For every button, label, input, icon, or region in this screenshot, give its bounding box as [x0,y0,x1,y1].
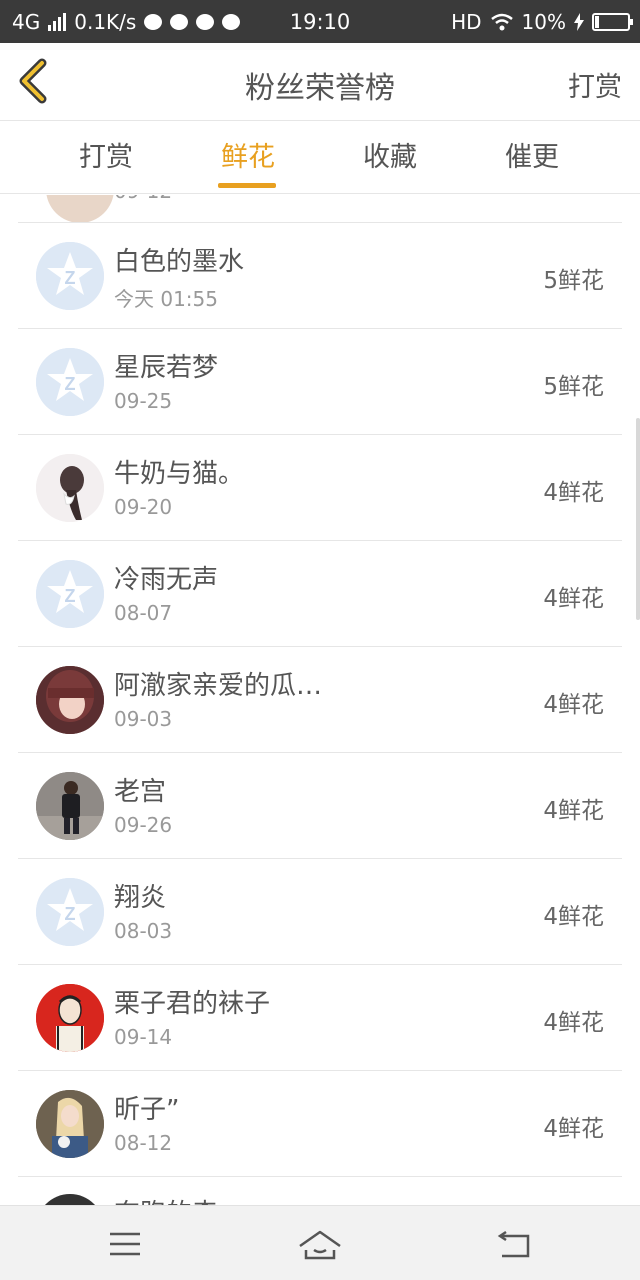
item-date: 09-03 [114,707,173,731]
item-date: 09-25 [114,389,173,413]
avatar [36,1090,104,1158]
item-date: 08-12 [114,1131,173,1155]
flower-count: 5鲜花 [543,268,604,294]
fan-name: 奔跑的森 [114,1193,218,1205]
avatar: Z [36,348,104,416]
back-icon [497,1230,530,1258]
list-item[interactable]: 阿澈家亲爱的瓜… 09-03 4鲜花 [18,647,622,753]
default-avatar-icon: Z [36,242,104,310]
flower-count: 4鲜花 [543,480,604,506]
list-item[interactable]: Z 翔炎 08-03 4鲜花 [18,859,622,965]
user-photo [36,666,104,734]
fan-ranking-list[interactable]: 09-12 Z 白色的墨水 今天 01:55 5鲜花 Z 星辰若梦 09-25 … [0,195,640,1205]
reward-button[interactable]: 打赏 [568,65,622,104]
flower-count: 4鲜花 [543,1010,604,1036]
page-title: 粉丝荣誉榜 [245,71,395,106]
tab-reward[interactable]: 打赏 [36,122,176,194]
status-bar: 4G 0.1K/s 19:10 HD 10% [0,0,640,43]
fan-name: 冷雨无声 [114,565,219,595]
status-right: HD 10% [451,10,633,34]
flower-count: 5鲜花 [543,374,604,400]
user-photo [36,1090,104,1158]
fan-name: 昕子” [114,1095,180,1125]
list-item[interactable]: 奔跑的森 [18,1177,622,1205]
tab-label: 打赏 [79,142,133,173]
user-photo [36,454,104,522]
list-item[interactable]: 老宫 09-26 4鲜花 [18,753,622,859]
default-avatar-icon: Z [36,348,104,416]
wifi-icon [490,13,513,31]
avatar: Z [36,242,104,310]
flower-count: 4鲜花 [543,1116,604,1142]
fan-name: 阿澈家亲爱的瓜… [114,671,323,701]
flower-count: 4鲜花 [543,692,604,718]
header-bar: 粉丝荣誉榜 打赏 [0,43,640,121]
user-photo [36,772,104,840]
flower-count: 4鲜花 [543,904,604,930]
home-button[interactable] [290,1224,350,1264]
user-photo [36,984,104,1052]
list-item[interactable]: 栗子君的袜子 09-14 4鲜花 [18,965,622,1071]
battery-icon [592,13,633,31]
default-avatar-icon: Z [36,560,104,628]
scrollbar[interactable] [636,418,640,620]
list-item[interactable]: 牛奶与猫。 09-20 4鲜花 [18,435,622,541]
menu-icon [110,1232,140,1256]
tab-label: 催更 [505,142,559,173]
hd-indicator: HD [451,10,482,34]
fan-name: 老宫 [114,777,167,807]
item-date: 09-26 [114,813,173,837]
system-nav-bar [0,1205,640,1280]
tab-bar: 打赏 鲜花 收藏 催更 [0,122,640,194]
tab-label: 收藏 [363,142,417,173]
tab-favorites[interactable]: 收藏 [320,122,460,194]
avatar [36,1194,104,1205]
list-item[interactable]: Z 冷雨无声 08-07 4鲜花 [18,541,622,647]
item-date: 09-20 [114,495,173,519]
fan-name: 白色的墨水 [114,247,245,277]
avatar [46,195,114,222]
avatar: Z [36,560,104,628]
flower-count: 4鲜花 [543,798,604,824]
svg-text:Z: Z [65,586,76,606]
list-item[interactable]: Z 星辰若梦 09-25 5鲜花 [18,329,622,435]
active-tab-indicator [218,183,276,188]
fan-name: 翔炎 [114,883,167,913]
avatar [36,454,104,522]
avatar: Z [36,878,104,946]
tab-urge-update[interactable]: 催更 [462,122,602,194]
item-date: 08-07 [114,601,173,625]
avatar [36,984,104,1052]
svg-text:Z: Z [65,268,76,288]
fan-name: 栗子君的袜子 [114,989,271,1019]
default-avatar-icon: Z [36,878,104,946]
avatar [36,666,104,734]
battery-percent: 10% [521,10,566,34]
item-date: 09-12 [114,195,172,203]
fan-name: 牛奶与猫。 [114,459,245,489]
tab-flowers[interactable]: 鲜花 [178,122,318,194]
svg-text:Z: Z [65,904,76,924]
item-date: 09-14 [114,1025,173,1049]
charging-icon [574,13,584,31]
back-nav-button[interactable] [484,1224,544,1264]
menu-button[interactable] [96,1224,156,1264]
fan-name: 星辰若梦 [114,353,219,383]
list-item[interactable]: Z 白色的墨水 今天 01:55 5鲜花 [18,223,622,329]
home-icon [299,1230,341,1260]
item-date: 08-03 [114,919,173,943]
tab-label: 鲜花 [221,142,275,173]
avatar [36,772,104,840]
svg-text:Z: Z [65,374,76,394]
list-item[interactable]: 09-12 [18,195,622,223]
flower-count: 4鲜花 [543,586,604,612]
list-item[interactable]: 昕子” 08-12 4鲜花 [18,1071,622,1177]
item-date: 今天 01:55 [114,287,218,311]
